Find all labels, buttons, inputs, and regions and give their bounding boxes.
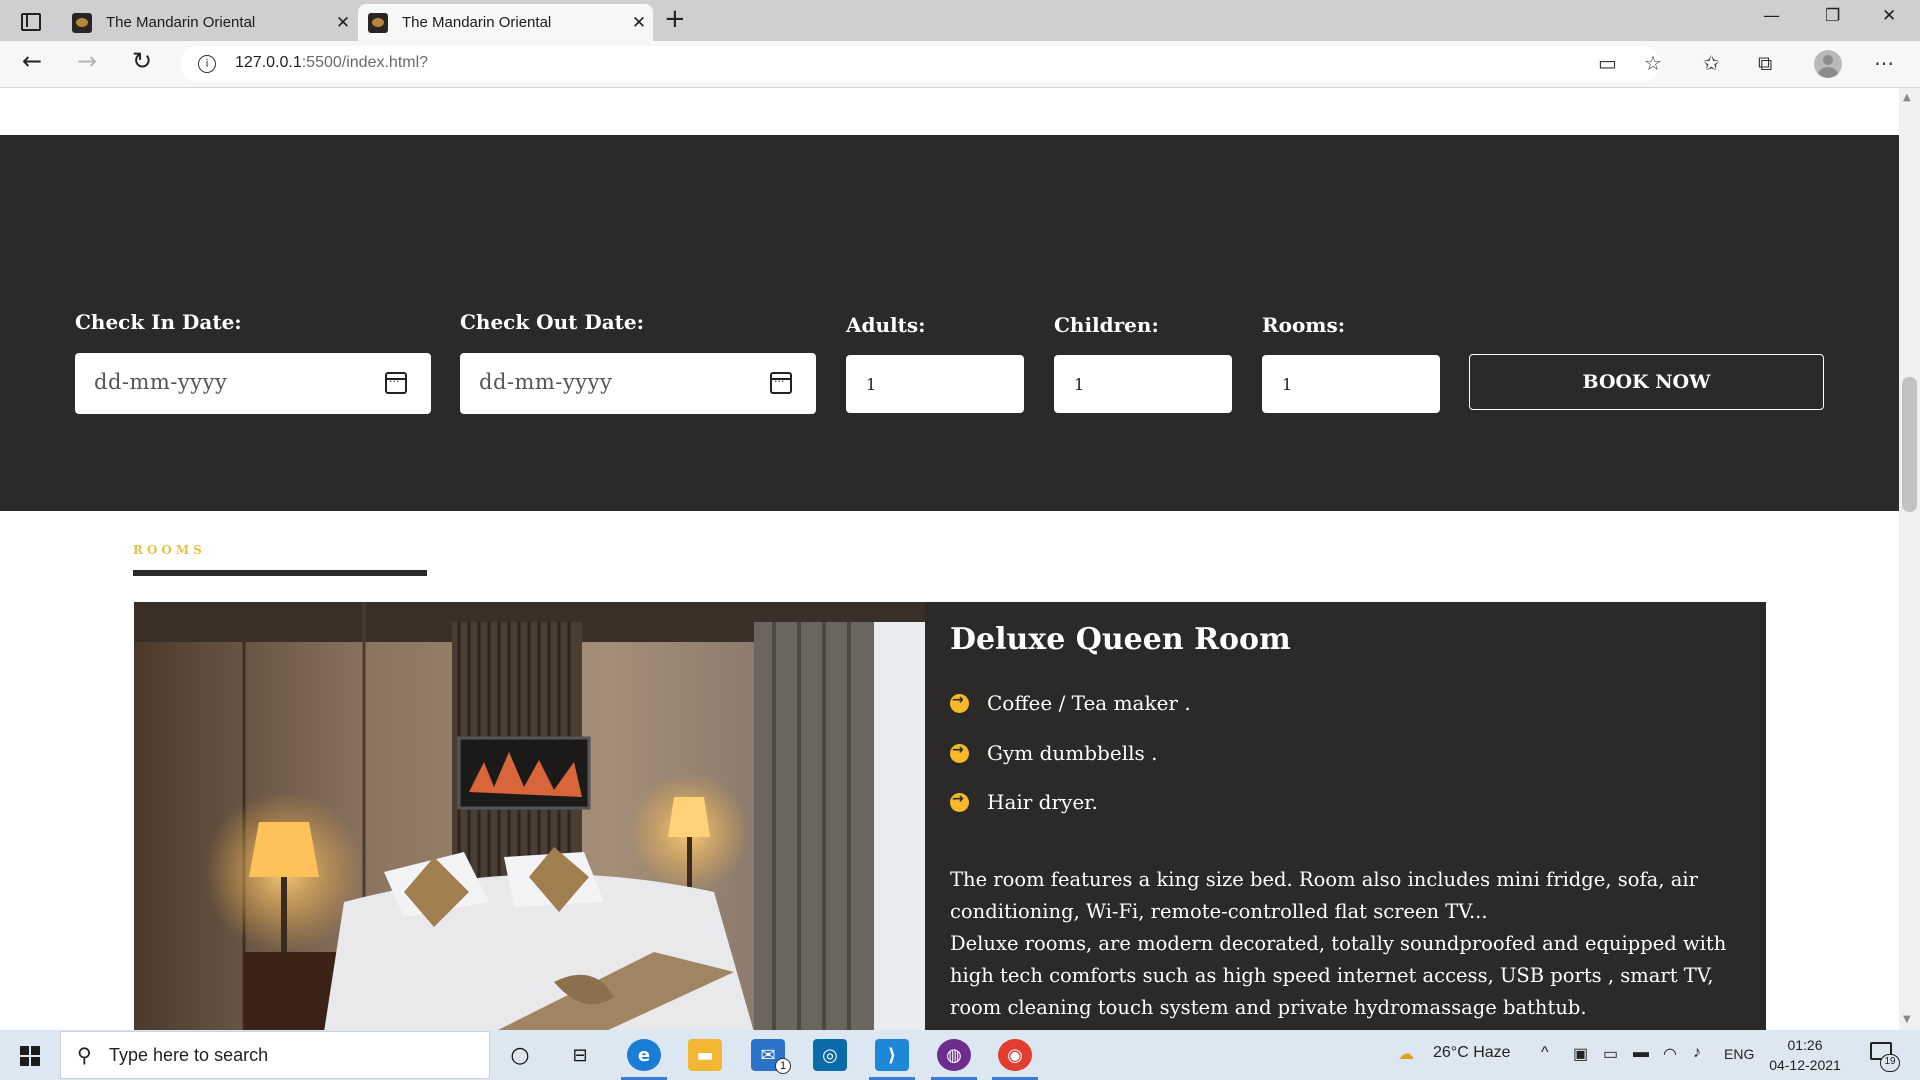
browser-tab-bar: The Mandarin Oriental ✕ The Mandarin Ori… [0,0,1920,41]
section-underline [133,570,427,576]
tab-title: The Mandarin Oriental [106,14,256,31]
mail-badge: 1 [775,1058,791,1074]
adults-value: 1 [866,375,877,394]
amenity-item: Gym dumbbells . [950,741,1157,765]
book-now-button[interactable]: BOOK NOW [1469,354,1824,410]
site-favicon-icon [72,12,92,33]
hotel-room-image [134,602,925,1030]
calendar-icon[interactable] [385,372,407,394]
taskbar-search-placeholder: Type here to search [109,1045,269,1065]
immersive-reader-icon[interactable]: ▭ [1598,51,1617,75]
check-in-label: Check In Date: [75,310,242,334]
room-card: Deluxe Queen Room Coffee / Tea maker . G… [134,602,1766,1030]
collections-icon[interactable]: ⧉ [1758,51,1772,75]
more-menu-icon[interactable]: ⋯ [1874,51,1894,75]
close-tab-icon[interactable]: ✕ [329,13,357,33]
scroll-down-arrow-icon[interactable]: ▼ [1903,1014,1911,1025]
weather-text[interactable]: 26°C Haze [1433,1044,1511,1062]
arrow-circle-icon [950,791,969,812]
address-bar[interactable]: i 127.0.0.1:5500/index.html? [180,46,1660,82]
wifi-icon[interactable]: ◠ [1663,1044,1677,1064]
check-out-label: Check Out Date: [460,310,644,334]
windows-start-icon[interactable] [20,1046,40,1066]
amenity-text: Hair dryer. [987,790,1098,814]
forward-arrow-icon[interactable]: → [77,47,97,75]
battery-icon[interactable]: ▬ [1633,1044,1649,1062]
rooms-count-label: Rooms: [1262,313,1346,337]
profile-avatar[interactable] [1814,50,1842,78]
tab-actions-icon[interactable] [18,9,42,33]
favorites-icon[interactable]: ✩ [1703,51,1720,75]
children-input[interactable]: 1 [1054,355,1232,413]
clock-time: 01:26 [1787,1037,1823,1053]
task-view-icon[interactable]: ⊟ [563,1039,597,1071]
taskbar-clock[interactable]: 01:26 04-12-2021 [1760,1035,1850,1075]
show-hidden-icons-chevron-icon[interactable]: ^ [1541,1044,1549,1062]
room-photo [134,602,925,1030]
browser-toolbar: ← → ↻ i 127.0.0.1:5500/index.html? ▭ ☆ ✩… [0,41,1920,88]
notification-count-badge: 19 [1880,1054,1900,1072]
chrome-icon[interactable]: ◉ [992,1039,1038,1080]
taskbar-search-box[interactable]: ⚲ Type here to search [60,1031,490,1079]
new-tab-button[interactable]: + [664,4,686,34]
adults-label: Adults: [846,313,926,337]
dell-app-icon[interactable]: ◎ [813,1039,847,1071]
amenity-text: Coffee / Tea maker . [987,691,1191,715]
scrollbar-thumb[interactable] [1902,377,1917,512]
amenity-item: Hair dryer. [950,790,1098,814]
browser-tab-1[interactable]: The Mandarin Oriental ✕ [62,4,361,41]
rooms-value: 1 [1282,375,1293,394]
close-window-icon[interactable]: ✕ [1882,6,1896,26]
check-out-placeholder: dd-mm-yyyy [479,370,613,394]
amenity-text: Gym dumbbells . [987,741,1158,765]
search-icon: ⚲ [77,1043,92,1067]
vertical-scrollbar[interactable] [1899,88,1920,1030]
meet-now-icon[interactable]: ▣ [1573,1044,1588,1064]
tab-title: The Mandarin Oriental [402,14,552,31]
site-favicon-icon [368,12,388,33]
cortana-icon[interactable]: ○ [503,1039,537,1071]
children-label: Children: [1054,313,1159,337]
description-paragraph-1: The room features a king size bed. Room … [950,868,1698,923]
arrow-circle-icon [950,692,969,713]
description-paragraph-2: Deluxe rooms, are modern decorated, tota… [950,932,1727,1019]
language-indicator[interactable]: ENG [1724,1046,1754,1062]
browser-tab-2-active[interactable]: The Mandarin Oriental ✕ [358,4,653,41]
clock-date: 04-12-2021 [1769,1057,1841,1073]
windows-taskbar: ⚲ Type here to search ○ ⊟ e ▬ ✉ 1 ◎ ⟩ ◍ … [0,1030,1920,1080]
vscode-icon[interactable]: ⟩ [869,1039,915,1080]
file-explorer-icon[interactable]: ▬ [688,1039,722,1071]
scroll-up-arrow-icon[interactable]: ▲ [1903,92,1911,103]
check-in-placeholder: dd-mm-yyyy [94,370,228,394]
url-text[interactable]: 127.0.0.1:5500/index.html? [235,54,428,72]
arrow-circle-icon [950,742,969,763]
volume-icon[interactable]: ♪ [1693,1044,1701,1062]
room-title: Deluxe Queen Room [950,622,1291,657]
rooms-input[interactable]: 1 [1262,355,1440,413]
booking-panel: Check In Date: dd-mm-yyyy Check Out Date… [0,135,1899,511]
site-info-icon[interactable]: i [198,55,216,73]
children-value: 1 [1074,375,1085,394]
amenity-item: Coffee / Tea maker . [950,691,1191,715]
minimize-icon[interactable]: — [1763,6,1780,26]
weather-icon[interactable]: ☁ [1398,1044,1414,1064]
refresh-icon[interactable]: ↻ [132,47,152,75]
calendar-icon[interactable] [770,372,792,394]
github-desktop-icon[interactable]: ◍ [931,1039,977,1080]
adults-input[interactable]: 1 [846,355,1024,413]
back-arrow-icon[interactable]: ← [22,47,42,75]
room-description: The room features a king size bed. Room … [950,864,1750,1024]
add-favorite-star-icon[interactable]: ☆ [1644,51,1662,75]
check-out-date-input[interactable]: dd-mm-yyyy [460,353,816,414]
edge-browser-icon[interactable]: e [621,1039,667,1080]
rooms-section-label: ROOMS [133,543,206,557]
display-icon[interactable]: ▭ [1603,1044,1618,1064]
close-tab-icon[interactable]: ✕ [625,13,653,33]
page-viewport: Check In Date: dd-mm-yyyy Check Out Date… [0,88,1899,1030]
maximize-icon[interactable]: ❐ [1825,6,1840,26]
check-in-date-input[interactable]: dd-mm-yyyy [75,353,431,414]
